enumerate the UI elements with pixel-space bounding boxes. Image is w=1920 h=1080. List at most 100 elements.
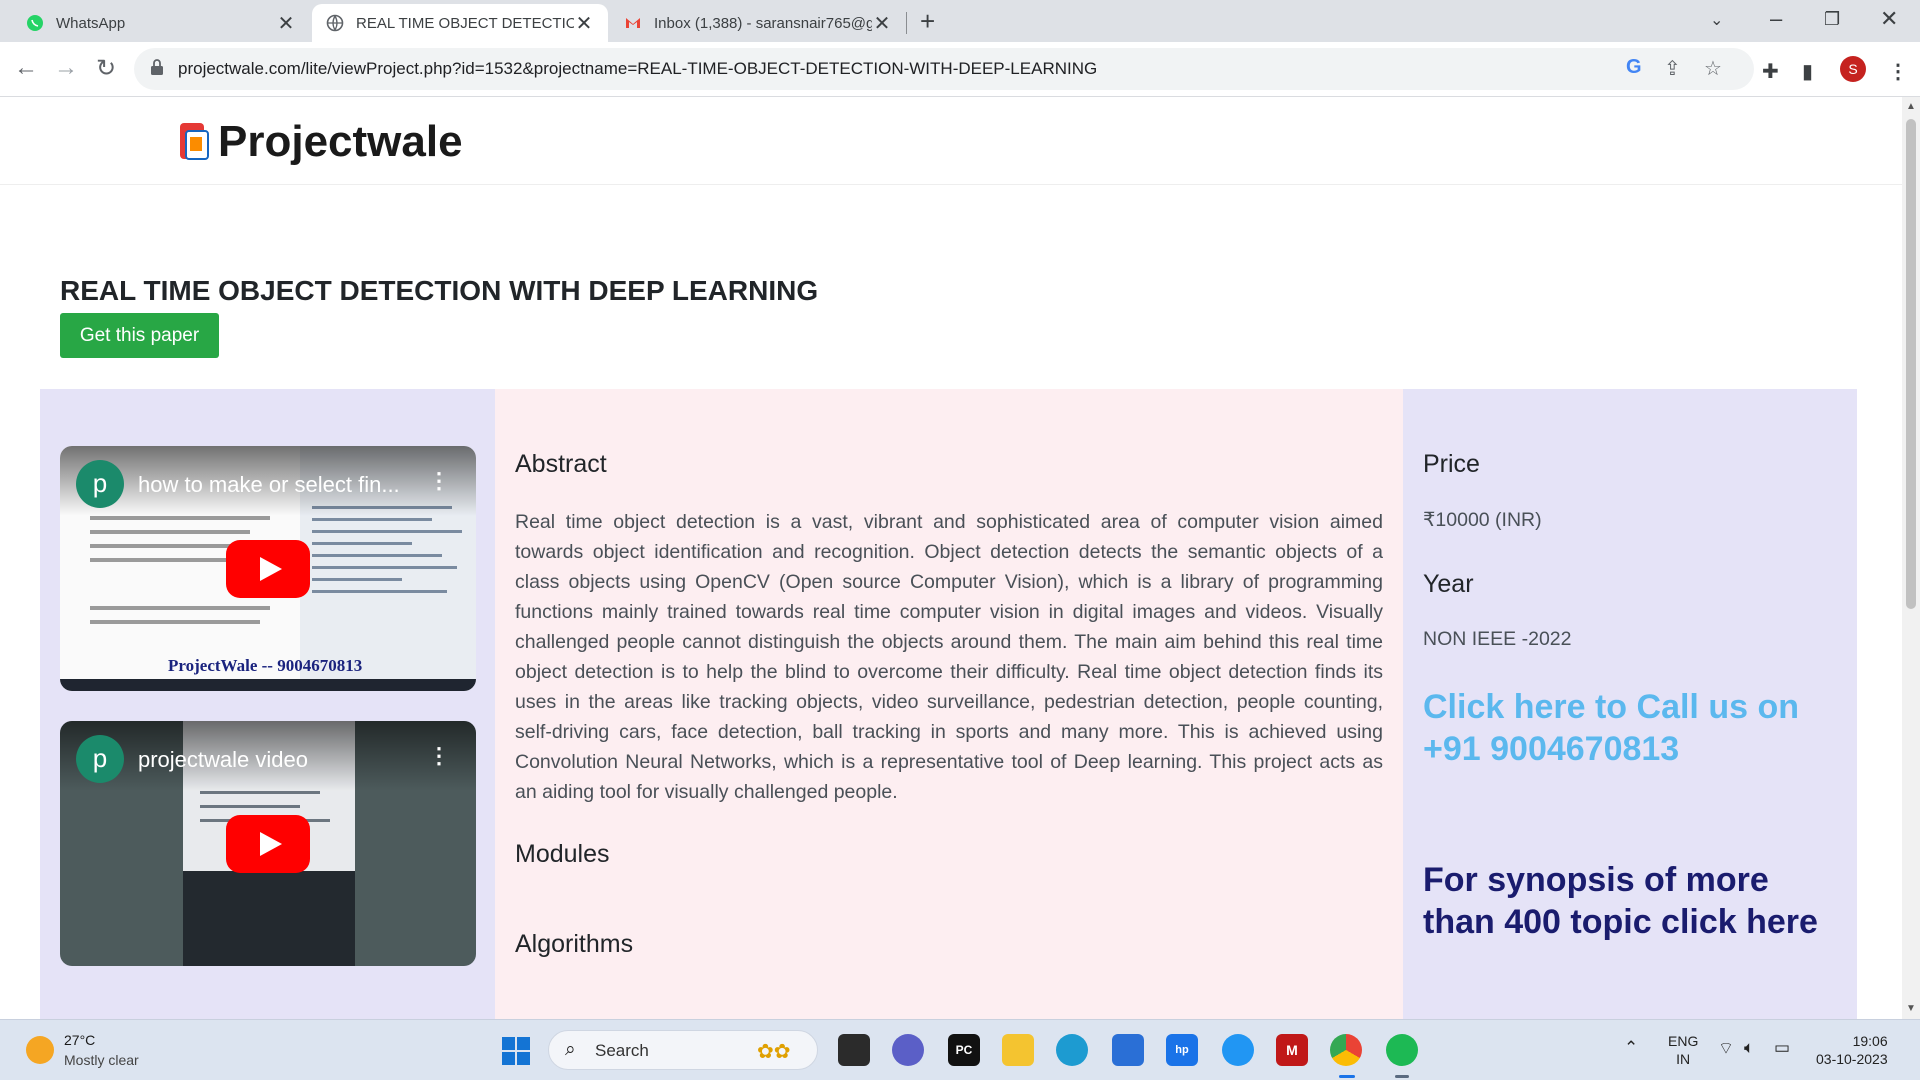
address-bar[interactable]: projectwale.com/lite/viewProject.php?id=…	[134, 48, 1754, 90]
tab-separator	[906, 12, 907, 34]
site-header: Projectwale	[0, 97, 1902, 185]
task-view-icon[interactable]	[838, 1034, 870, 1066]
tab-title: Inbox (1,388) - saransnair765@g	[654, 14, 872, 32]
close-tab-icon[interactable]: ✕	[574, 11, 594, 36]
tab-title: REAL TIME OBJECT DETECTION	[356, 14, 574, 32]
profile-avatar[interactable]: S	[1840, 56, 1866, 82]
tab-whatsapp[interactable]: WhatsApp ✕	[0, 4, 310, 42]
close-tab-icon[interactable]: ✕	[872, 11, 892, 36]
year-heading: Year	[1423, 570, 1474, 598]
video-embed-1[interactable]: ProjectWale -- 9004670813 p how to make …	[60, 446, 476, 691]
get-paper-button[interactable]: Get this paper	[60, 313, 219, 358]
weather-temperature[interactable]: 27°C	[64, 1032, 95, 1048]
wifi-icon[interactable]: ⌔	[1718, 1038, 1734, 1059]
video-menu-icon[interactable]: ⋮	[428, 743, 450, 769]
price-heading: Price	[1423, 450, 1480, 478]
back-icon[interactable]: ←	[14, 54, 38, 82]
abstract-text: Real time object detection is a vast, vi…	[515, 511, 1383, 803]
side-panel-icon[interactable]: ▮	[1802, 59, 1813, 84]
video-column: ProjectWale -- 9004670813 p how to make …	[40, 389, 495, 1019]
spotify-icon[interactable]	[1386, 1034, 1418, 1066]
tab-title: WhatsApp	[56, 14, 126, 32]
pycharm-icon[interactable]: PC	[948, 1034, 980, 1066]
microsoft-store-icon[interactable]	[1112, 1034, 1144, 1066]
clock-time: 19:06	[1852, 1033, 1888, 1049]
youtube-play-icon[interactable]	[226, 814, 310, 873]
tab-project[interactable]: REAL TIME OBJECT DETECTION ✕	[312, 4, 608, 42]
scrollbar-thumb[interactable]	[1906, 119, 1916, 609]
video-keyboard-image	[183, 871, 355, 966]
page-title: REAL TIME OBJECT DETECTION WITH DEEP LEA…	[60, 275, 819, 306]
edge-icon[interactable]	[1056, 1034, 1088, 1066]
video-embed-2[interactable]: p projectwale video ⋮	[60, 721, 476, 966]
chrome-running-indicator	[1339, 1075, 1355, 1078]
abstract-column: Abstract Real time object detection is a…	[495, 389, 1403, 1019]
abstract-heading: Abstract	[515, 450, 607, 478]
reload-icon[interactable]: ↻	[96, 54, 116, 83]
myhp-icon[interactable]: hp	[1166, 1034, 1198, 1066]
call-us-link[interactable]: Click here to Call us on +91 9004670813	[1423, 686, 1843, 770]
video-title[interactable]: how to make or select fin...	[138, 472, 400, 498]
page-scrollbar[interactable]: ▲ ▼	[1902, 97, 1920, 1019]
scroll-up-icon[interactable]: ▲	[1906, 101, 1916, 112]
tab-search-icon[interactable]: ⌄	[1710, 10, 1723, 30]
video-overlay-text: ProjectWale -- 9004670813	[168, 656, 363, 675]
logo-mark-icon	[180, 123, 209, 160]
gmail-icon	[626, 18, 640, 28]
logo-text: Projectwale	[218, 117, 463, 166]
weather-moon-icon[interactable]	[26, 1036, 54, 1064]
battery-icon[interactable]: ▭	[1774, 1038, 1790, 1058]
chrome-icon[interactable]	[1330, 1034, 1362, 1066]
search-label: Search	[595, 1041, 649, 1060]
windows-start-icon[interactable]	[502, 1037, 530, 1065]
synopsis-link[interactable]: For synopsis of more than 400 topic clic…	[1423, 859, 1843, 943]
url-text[interactable]: projectwale.com/lite/viewProject.php?id=…	[178, 59, 1097, 79]
close-window-icon[interactable]: ✕	[1880, 6, 1898, 32]
extensions-icon[interactable]: ✚	[1762, 59, 1779, 84]
search-icon: ⌕	[565, 1039, 576, 1060]
lang-region: IN	[1676, 1051, 1691, 1067]
lang-code: ENG	[1668, 1033, 1699, 1049]
details-column: Price ₹10000 (INR) Year NON IEEE -2022 C…	[1403, 389, 1857, 1019]
spotify-running-indicator	[1395, 1075, 1409, 1078]
browser-tab-bar: WhatsApp ✕ REAL TIME OBJECT DETECTION ✕ …	[0, 0, 1920, 42]
globe-icon	[326, 14, 344, 32]
modules-heading: Modules	[515, 840, 610, 868]
algorithms-heading: Algorithms	[515, 930, 634, 958]
site-logo[interactable]: Projectwale	[178, 117, 463, 167]
volume-icon[interactable]: 🔈︎	[1744, 1038, 1754, 1058]
mcafee-icon[interactable]: M	[1276, 1034, 1308, 1066]
channel-avatar[interactable]: p	[76, 460, 124, 508]
forward-icon[interactable]: →	[54, 54, 78, 82]
clock-date: 03-10-2023	[1816, 1051, 1888, 1067]
lock-icon[interactable]	[150, 58, 164, 76]
price-value: ₹10000 (INR)	[1423, 509, 1542, 531]
maximize-icon[interactable]: ❐	[1824, 9, 1840, 30]
weather-app-icon[interactable]	[1222, 1034, 1254, 1066]
share-icon[interactable]: ⇪	[1664, 56, 1681, 81]
video-menu-icon[interactable]: ⋮	[428, 468, 450, 494]
youtube-play-icon[interactable]	[226, 539, 310, 598]
video-title[interactable]: projectwale video	[138, 747, 308, 773]
taskbar-search[interactable]: ⌕ Search ✿✿	[548, 1030, 818, 1070]
new-tab-button[interactable]: +	[920, 6, 935, 37]
file-explorer-icon[interactable]	[1002, 1034, 1034, 1066]
search-highlight-icon: ✿✿	[757, 1041, 791, 1063]
close-tab-icon[interactable]: ✕	[276, 11, 296, 36]
menu-kebab-icon[interactable]: ⋮	[1888, 59, 1908, 84]
channel-avatar[interactable]: p	[76, 735, 124, 783]
weather-condition[interactable]: Mostly clear	[64, 1052, 139, 1068]
teams-chat-icon[interactable]	[892, 1034, 924, 1066]
scroll-down-icon[interactable]: ▼	[1906, 1003, 1916, 1014]
google-translate-icon[interactable]: G	[1626, 56, 1642, 79]
browser-toolbar: ← → ↻ projectwale.com/lite/viewProject.p…	[0, 42, 1920, 97]
tab-gmail[interactable]: Inbox (1,388) - saransnair765@g ✕	[610, 4, 906, 42]
bookmark-star-icon[interactable]: ☆	[1704, 56, 1722, 81]
input-language[interactable]: ENG IN	[1668, 1032, 1698, 1068]
year-value: NON IEEE -2022	[1423, 628, 1572, 650]
system-clock[interactable]: 19:06 03-10-2023	[1816, 1032, 1888, 1068]
os-taskbar: 27°C Mostly clear ⌕ Search ✿✿ PC hp M ⌃ …	[0, 1019, 1920, 1080]
minimize-icon[interactable]: –	[1770, 6, 1782, 32]
whatsapp-icon	[27, 15, 43, 31]
tray-overflow-icon[interactable]: ⌃	[1624, 1038, 1638, 1058]
